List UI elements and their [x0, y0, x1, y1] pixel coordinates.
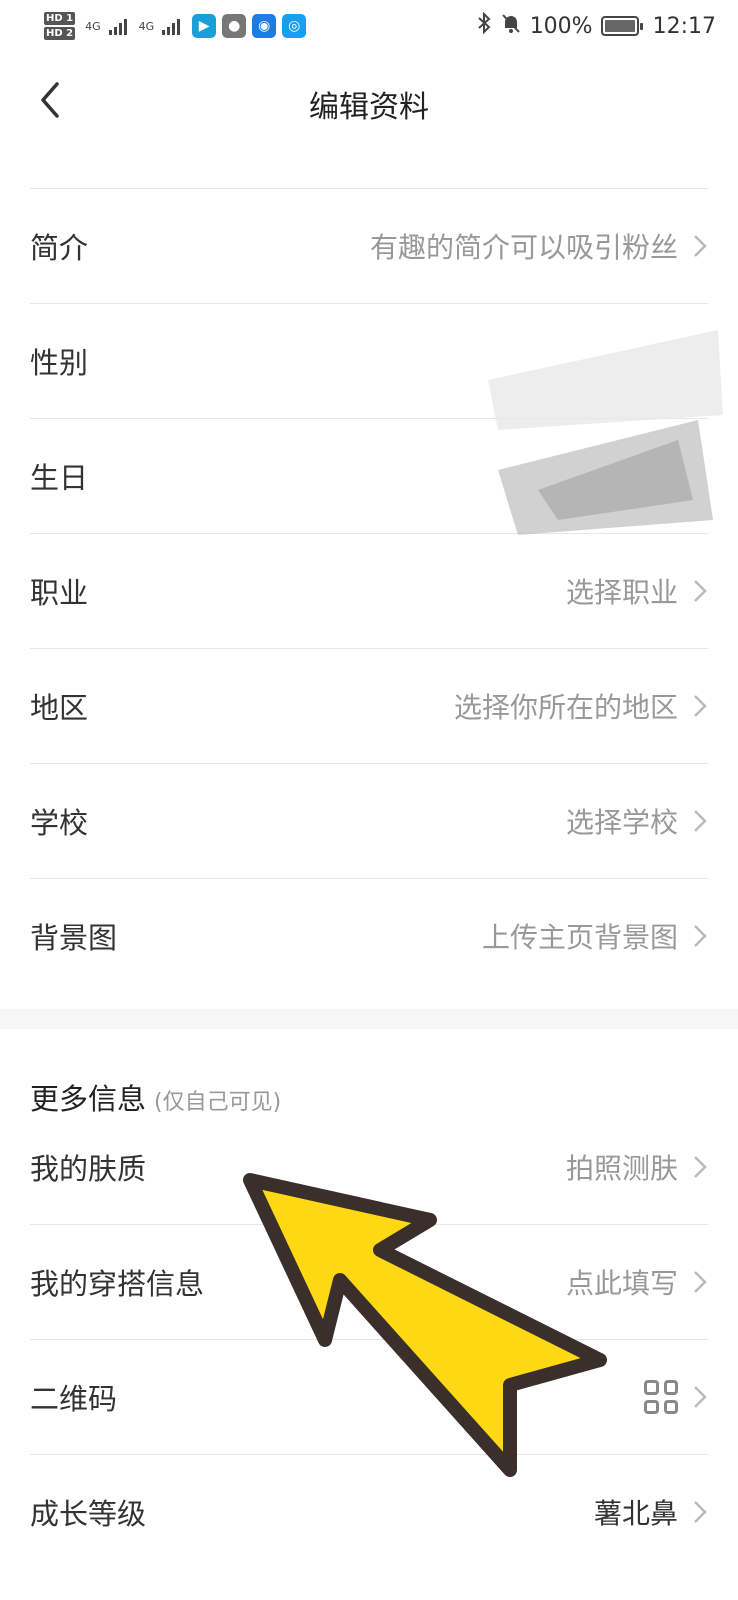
- row-value: 选择职业: [565, 576, 678, 609]
- chevron-right-icon: [694, 235, 707, 257]
- row-label: 二维码: [30, 1382, 118, 1416]
- row-value: 拍照测肤: [565, 1151, 678, 1185]
- status-bar: HD 1 HD 2 4G 4G ▶ ● ◉ ◎ 100% 12:17: [0, 0, 738, 52]
- map-app-icon: ▶: [192, 14, 217, 38]
- battery-icon: [600, 16, 643, 36]
- more-row-qrcode[interactable]: 二维码: [30, 1339, 708, 1454]
- row-label: 我的穿搭信息: [30, 1267, 205, 1301]
- row-label: 职业: [30, 576, 89, 610]
- hd-indicators: HD 1 HD 2: [44, 12, 76, 40]
- hd1-badge: HD 1: [44, 12, 76, 25]
- bluetooth-icon: [476, 11, 492, 40]
- bulb-icon: ◉: [252, 14, 277, 38]
- signal1-icon: [108, 17, 127, 35]
- clock-time: 12:17: [652, 13, 716, 39]
- chevron-right-icon: [694, 810, 707, 832]
- profile-row-background[interactable]: 背景图 上传主页背景图: [30, 878, 708, 993]
- row-value: 选择你所在的地区: [453, 691, 678, 724]
- section-divider: [0, 1009, 738, 1029]
- row-value: 选择学校: [565, 806, 678, 839]
- chevron-right-icon: [694, 695, 707, 717]
- more-info-list: 我的肤质 拍照测肤 我的穿搭信息 点此填写 二维码 成长等级 薯北鼻: [30, 1109, 708, 1569]
- signal2-icon: [162, 17, 181, 35]
- signal2-label: 4G: [138, 19, 155, 33]
- qr-code-icon: [644, 1380, 678, 1414]
- profile-row-gender[interactable]: 性别: [30, 303, 708, 418]
- chevron-right-icon: [694, 1501, 707, 1523]
- row-value: 上传主页背景图: [481, 921, 678, 954]
- top-nav-bar: 编辑资料: [0, 52, 738, 148]
- row-label: 生日: [30, 461, 89, 495]
- row-label: 学校: [30, 806, 89, 840]
- page-title: 编辑资料: [309, 90, 429, 125]
- more-row-skin[interactable]: 我的肤质 拍照测肤: [30, 1109, 708, 1224]
- status-left: HD 1 HD 2 4G 4G ▶ ● ◉ ◎: [44, 12, 307, 40]
- profile-row-intro[interactable]: 简介 有趣的简介可以吸引粉丝: [30, 188, 708, 303]
- row-label: 地区: [30, 691, 89, 725]
- bell-muted-icon: [500, 12, 522, 40]
- profile-row-occupation[interactable]: 职业 选择职业: [30, 533, 708, 648]
- row-value: 有趣的简介可以吸引粉丝: [369, 231, 678, 264]
- chevron-right-icon: [694, 1271, 707, 1293]
- profile-row-school[interactable]: 学校 选择学校: [30, 763, 708, 878]
- hd2-badge: HD 2: [44, 27, 76, 40]
- battery-percent: 100%: [529, 13, 593, 39]
- row-label: 我的肤质: [30, 1151, 147, 1186]
- chevron-right-icon: [694, 1155, 707, 1178]
- profile-row-birthday[interactable]: 生日: [30, 418, 708, 533]
- signal1-label: 4G: [85, 19, 101, 33]
- profile-row-region[interactable]: 地区 选择你所在的地区: [30, 648, 708, 763]
- row-label: 性别: [30, 346, 89, 380]
- row-label: 成长等级: [30, 1497, 147, 1531]
- profile-list: 简介 有趣的简介可以吸引粉丝 性别 生日 职业 选择职业 地区 选择你所在的地区…: [30, 188, 708, 993]
- chevron-right-icon: [694, 1386, 707, 1408]
- status-right: 100% 12:17: [476, 11, 716, 40]
- more-row-level[interactable]: 成长等级 薯北鼻: [30, 1454, 708, 1569]
- row-label: 简介: [30, 231, 89, 265]
- more-row-outfit[interactable]: 我的穿搭信息 点此填写: [30, 1224, 708, 1339]
- row-label: 背景图: [30, 921, 118, 955]
- row-value: 薯北鼻: [593, 1497, 678, 1530]
- wechat-icon: ●: [222, 14, 247, 38]
- chevron-right-icon: [694, 925, 707, 947]
- chevron-right-icon: [694, 580, 707, 602]
- search-app-icon: ◎: [282, 14, 307, 38]
- row-value: 点此填写: [565, 1267, 678, 1300]
